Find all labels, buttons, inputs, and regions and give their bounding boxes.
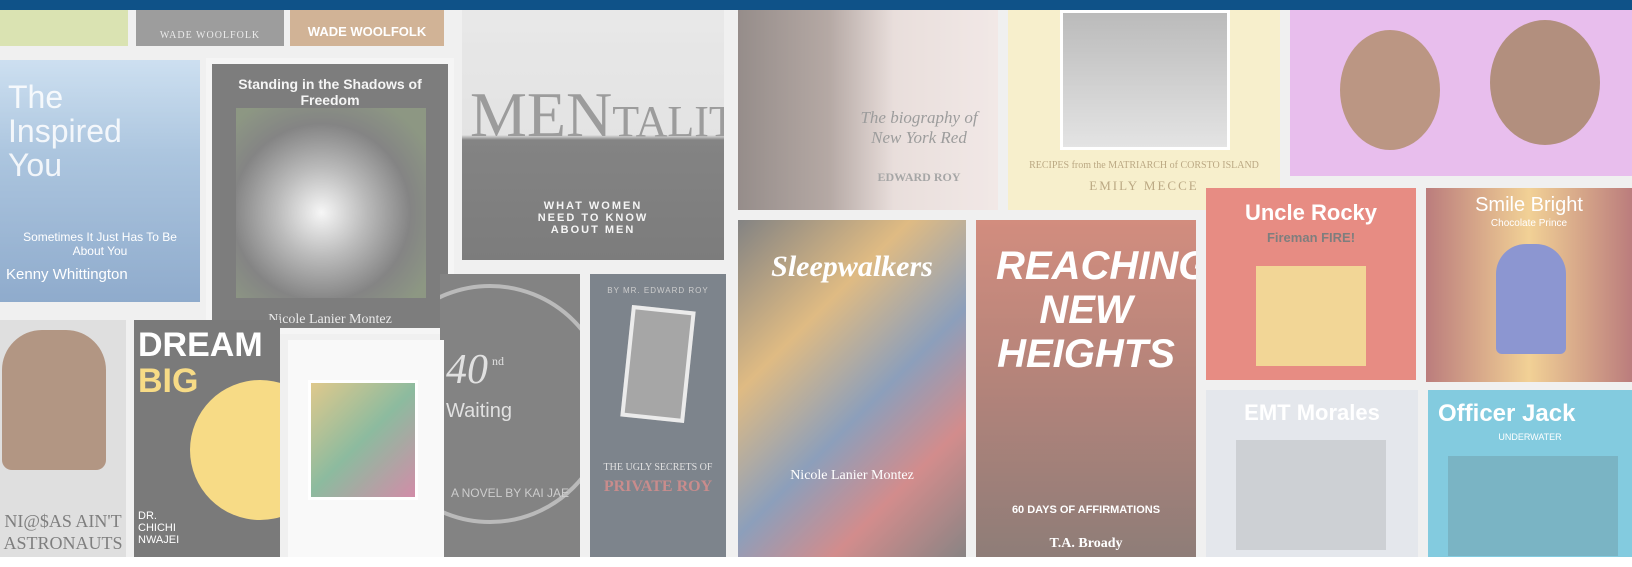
- book-title-part: nd: [492, 354, 504, 368]
- cover-painting: [308, 380, 418, 500]
- book-cover-ni-as-aint-astronauts[interactable]: NI@$AS AIN'T ASTRONAUTS: [0, 320, 126, 567]
- cover-illustration: [1496, 244, 1566, 354]
- book-author: WADE WOOLFOLK: [307, 24, 427, 39]
- cover-photo: [2, 330, 106, 470]
- cover-photo: [620, 304, 696, 424]
- cover-artwork: [236, 108, 426, 298]
- cover-illustration: [1256, 266, 1366, 366]
- book-title-part: BIG: [138, 362, 199, 400]
- book-title: NI@$AS AIN'T ASTRONAUTS: [3, 511, 123, 553]
- book-author: EDWARD ROY: [877, 170, 961, 184]
- book-title: The Inspired You: [8, 79, 122, 183]
- book-cover-uncle-rocky[interactable]: Uncle Rocky Fireman FIRE!: [1206, 188, 1416, 380]
- book-cover-top-strip-wade-2[interactable]: WADE WOOLFOLK: [290, 10, 444, 46]
- book-cover-painting[interactable]: [288, 340, 444, 567]
- book-cover-mentality[interactable]: MENTALITY WHAT WOMEN NEED TO KNOW ABOUT …: [462, 10, 724, 260]
- book-cover-dream-big[interactable]: DREAM BIG DR. CHICHI NWAJEI: [134, 320, 280, 567]
- book-title: Uncle Rocky: [1244, 200, 1378, 225]
- book-title: The biography of New York Red: [860, 108, 978, 147]
- book-cover-sleepwalkers[interactable]: Sleepwalkers Nicole Lanier Montez: [738, 220, 966, 567]
- cover-accent-circle: [190, 380, 280, 520]
- book-cover-40nd-waiting[interactable]: 40 nd Waiting A NOVEL BY KAI JAE: [440, 274, 580, 567]
- book-cover-private-roy[interactable]: BY MR. EDWARD ROY THE UGLY SECRETS OF PR…: [590, 274, 726, 567]
- book-cover-officer-jack[interactable]: Officer Jack UNDERWATER: [1428, 390, 1632, 567]
- book-title-part: 40: [446, 347, 488, 393]
- book-cover-inspired-you[interactable]: The Inspired You Sometimes It Just Has T…: [0, 60, 200, 302]
- book-title-part: PRIVATE ROY: [603, 478, 713, 495]
- book-cover-top-strip-wade-1[interactable]: WADE WOOLFOLK: [136, 10, 284, 46]
- book-subtitle: WHAT WOMEN NEED TO KNOW ABOUT MEN: [537, 200, 649, 236]
- book-cover-reaching-new-heights[interactable]: REACHING NEW HEIGHTS 60 DAYS OF AFFIRMAT…: [976, 220, 1196, 567]
- book-title: Standing in the Shadows of Freedom: [238, 76, 422, 108]
- book-title: REACHING NEW HEIGHTS: [996, 244, 1196, 376]
- book-subtitle: RECIPES from the MATRIARCH of CORSTO ISL…: [1029, 160, 1259, 171]
- cover-photo: [1060, 10, 1230, 150]
- book-title: Sleepwalkers: [771, 250, 933, 283]
- book-title: Smile Bright: [1475, 194, 1583, 216]
- book-author: WADE WOOLFOLK: [159, 30, 261, 41]
- cover-illustration: [1448, 456, 1618, 556]
- book-title-part: TALITY: [612, 97, 724, 146]
- book-subtitle: UNDERWATER: [1498, 432, 1562, 442]
- book-cover-princesses[interactable]: [1290, 10, 1632, 176]
- illustration-face-left: [1340, 30, 1440, 150]
- book-subtitle: Chocolate Prince: [1490, 218, 1568, 229]
- book-cover-collage: WADE WOOLFOLK WADE WOOLFOLK The Inspired…: [0, 10, 1632, 567]
- top-accent-bar: [0, 0, 1632, 10]
- book-author: Nicole Lanier Montez: [790, 468, 914, 483]
- bottom-white-strip: [0, 557, 1632, 567]
- book-subtitle: 60 DAYS OF AFFIRMATIONS: [1011, 504, 1161, 516]
- illustration-face-right: [1490, 20, 1600, 145]
- book-title-part: DREAM: [138, 326, 263, 364]
- book-title-part: MEN: [470, 79, 613, 150]
- book-author: Kenny Whittington: [6, 266, 128, 283]
- book-cover-top-strip-green[interactable]: [0, 10, 128, 46]
- book-author: DR. CHICHI NWAJEI: [138, 510, 180, 546]
- book-cover-emt-morales[interactable]: EMT Morales: [1206, 390, 1418, 567]
- book-subtitle: Fireman FIRE!: [1266, 230, 1356, 245]
- cover-illustration: [1236, 440, 1386, 550]
- book-author: BY MR. EDWARD ROY: [607, 286, 709, 295]
- book-author: A NOVEL BY KAI JAE: [450, 486, 570, 500]
- book-title-part: Waiting: [446, 400, 512, 422]
- book-cover-smile-bright[interactable]: Smile Bright Chocolate Prince: [1426, 188, 1632, 382]
- book-cover-matriarch-recipes[interactable]: RECIPES from the MATRIARCH of CORSTO ISL…: [1008, 10, 1280, 210]
- book-author: T.A. Broady: [1049, 536, 1123, 551]
- book-title: Officer Jack: [1438, 400, 1576, 427]
- cover-title-row: MENTALITY: [470, 78, 724, 152]
- book-cover-shadows-of-freedom[interactable]: Standing in the Shadows of Freedom Nicol…: [206, 58, 454, 334]
- book-title: EMT Morales: [1244, 400, 1380, 425]
- book-cover-new-york-red[interactable]: The biography of New York Red EDWARD ROY: [738, 10, 998, 210]
- book-subtitle: Sometimes It Just Has To Be About You: [23, 230, 177, 258]
- book-title-part: THE UGLY SECRETS OF: [603, 462, 713, 473]
